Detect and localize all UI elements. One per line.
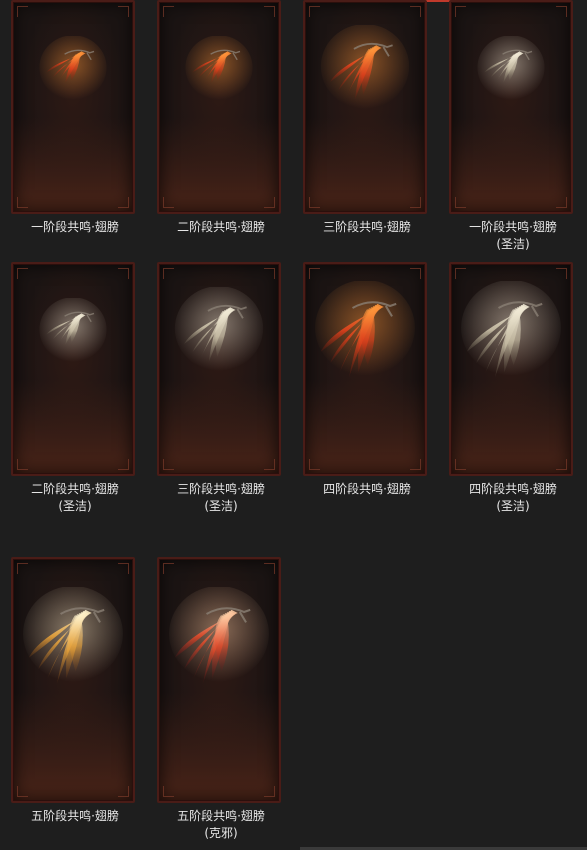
wing-label: 二阶段共鸣·翅膀 (圣洁) (31, 482, 119, 513)
wing-item[interactable]: 一阶段共鸣·翅膀 (圣洁) (448, 0, 578, 253)
wing-graphic (315, 280, 415, 379)
wing-item[interactable]: 三阶段共鸣·翅膀 (302, 0, 432, 236)
wing-label: 四阶段共鸣·翅膀 (323, 482, 411, 496)
wing-item[interactable]: 四阶段共鸣·翅膀 (圣洁) (448, 262, 578, 515)
wing-card[interactable] (157, 262, 281, 476)
wing-icon (184, 35, 254, 110)
wing-graphic (23, 586, 123, 684)
wing-label: 四阶段共鸣·翅膀 (圣洁) (469, 482, 557, 513)
wing-card[interactable] (303, 262, 427, 476)
wing-item[interactable]: 四阶段共鸣·翅膀 (302, 262, 432, 498)
wing-icon (313, 280, 417, 389)
wing-card[interactable] (157, 0, 281, 214)
wing-item[interactable]: 一阶段共鸣·翅膀 (10, 0, 140, 236)
wing-card[interactable] (11, 0, 135, 214)
wing-label: 三阶段共鸣·翅膀 (圣洁) (177, 482, 265, 513)
wing-icon (38, 35, 108, 110)
wing-label: 二阶段共鸣·翅膀 (177, 220, 265, 234)
wing-item[interactable]: 五阶段共鸣·翅膀 (10, 557, 140, 825)
wing-card[interactable] (449, 262, 573, 476)
wing-graphic (320, 24, 410, 110)
wing-label: 五阶段共鸣·翅膀 (31, 809, 119, 823)
wing-graphic (39, 297, 107, 363)
wing-label: 一阶段共鸣·翅膀 (圣洁) (469, 220, 557, 251)
wing-card[interactable] (449, 0, 573, 214)
wing-label: 一阶段共鸣·翅膀 (31, 220, 119, 234)
wing-graphic (169, 586, 269, 684)
wing-graphic (185, 35, 253, 101)
wing-card[interactable] (303, 0, 427, 214)
wing-graphic (461, 280, 561, 379)
wing-item[interactable]: 三阶段共鸣·翅膀 (圣洁) (156, 262, 286, 515)
wing-item[interactable]: 五阶段共鸣·翅膀 (克邪) (156, 557, 286, 842)
wing-icon (167, 586, 271, 695)
wing-gallery: 一阶段共鸣·翅膀 二阶段共鸣·翅膀 三阶段共鸣·翅膀 一阶段共鸣·翅膀 (圣洁)… (0, 0, 587, 850)
wing-icon (476, 35, 546, 110)
wing-graphic (477, 35, 545, 101)
wing-label: 五阶段共鸣·翅膀 (克邪) (177, 809, 265, 840)
wing-item[interactable]: 二阶段共鸣·翅膀 (156, 0, 286, 236)
wing-icon (38, 297, 108, 372)
wing-icon (21, 586, 125, 695)
wing-label: 三阶段共鸣·翅膀 (323, 220, 411, 234)
wing-icon (459, 280, 563, 389)
wing-card[interactable] (11, 262, 135, 476)
wing-icon (173, 286, 265, 383)
wing-graphic (174, 286, 264, 372)
wing-card[interactable] (11, 557, 135, 803)
wing-graphic (39, 35, 107, 101)
wing-item[interactable]: 二阶段共鸣·翅膀 (圣洁) (10, 262, 140, 515)
wing-card[interactable] (157, 557, 281, 803)
wing-icon (319, 24, 411, 121)
